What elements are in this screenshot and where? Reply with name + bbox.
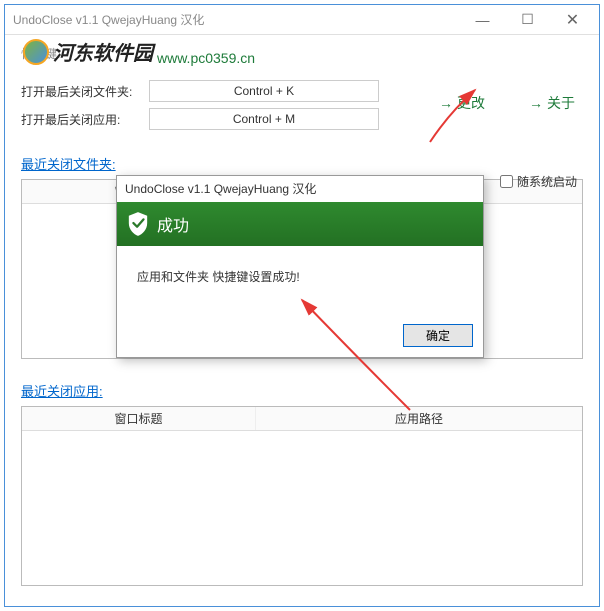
- close-button[interactable]: ✕: [550, 6, 595, 34]
- startup-option: 随系统启动: [500, 173, 577, 190]
- folder-hotkey-label: 打开最后关闭文件夹:: [21, 83, 149, 100]
- change-button[interactable]: → 更改: [439, 93, 485, 113]
- recent-folders-title[interactable]: 最近关闭文件夹:: [21, 154, 116, 173]
- action-links: → 更改 → 关于: [439, 93, 575, 113]
- ok-button[interactable]: 确定: [403, 324, 473, 347]
- dialog-footer: 确定: [117, 318, 483, 357]
- startup-checkbox[interactable]: [500, 175, 513, 188]
- col-window-title[interactable]: 窗口标题: [22, 407, 256, 430]
- dialog-banner: 成功: [117, 202, 483, 246]
- shield-check-icon: [127, 211, 149, 237]
- shortcuts-section-label: 快捷键:: [21, 45, 583, 62]
- maximize-button[interactable]: ☐: [505, 6, 550, 34]
- dialog-title: UndoClose v1.1 QwejayHuang 汉化: [117, 176, 483, 202]
- folder-hotkey-input[interactable]: Control + K: [149, 80, 379, 102]
- about-button[interactable]: → 关于: [529, 93, 575, 113]
- table-header: 窗口标题 应用路径: [22, 407, 582, 431]
- window-controls: — ☐ ✕: [460, 6, 595, 34]
- change-button-label: 更改: [457, 93, 485, 113]
- startup-label: 随系统启动: [517, 173, 577, 190]
- app-hotkey-label: 打开最后关闭应用:: [21, 111, 149, 128]
- arrow-right-icon: →: [439, 95, 453, 111]
- about-button-label: 关于: [547, 93, 575, 113]
- dialog-message: 应用和文件夹 快捷键设置成功!: [117, 246, 483, 318]
- app-hotkey-input[interactable]: Control + M: [149, 108, 379, 130]
- col-app-path[interactable]: 应用路径: [256, 407, 582, 430]
- minimize-button[interactable]: —: [460, 6, 505, 34]
- dialog-success-text: 成功: [157, 212, 189, 236]
- recent-apps-title[interactable]: 最近关闭应用:: [21, 381, 103, 400]
- window-title: UndoClose v1.1 QwejayHuang 汉化: [13, 11, 460, 28]
- title-bar: UndoClose v1.1 QwejayHuang 汉化 — ☐ ✕: [5, 5, 599, 35]
- arrow-right-icon: →: [529, 95, 543, 111]
- success-dialog: UndoClose v1.1 QwejayHuang 汉化 成功 应用和文件夹 …: [116, 175, 484, 358]
- recent-apps-table[interactable]: 窗口标题 应用路径: [21, 406, 583, 586]
